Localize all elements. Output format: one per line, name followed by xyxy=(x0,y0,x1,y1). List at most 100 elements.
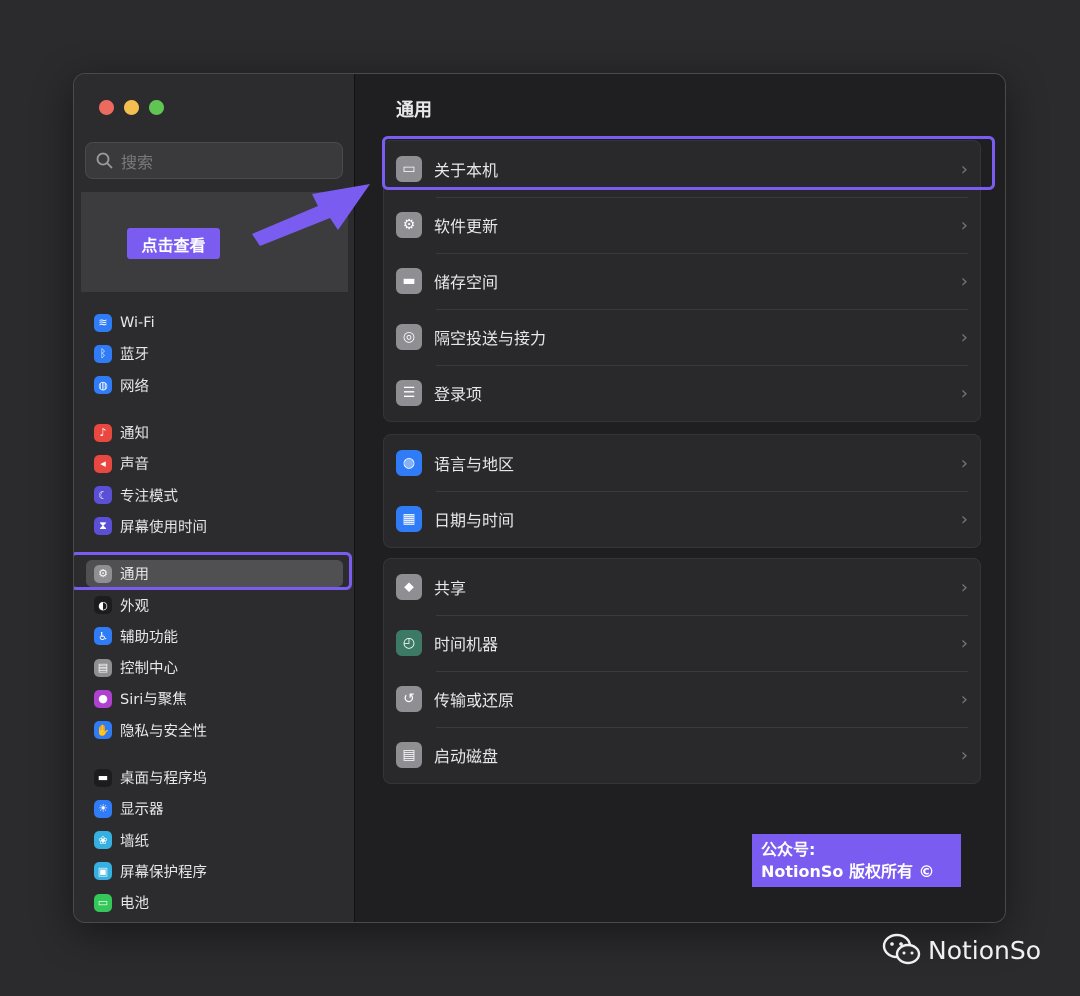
settings-row[interactable]: ▬ 储存空间 › xyxy=(384,253,980,309)
sidebar-item[interactable]: ◐ 外观 xyxy=(74,589,355,620)
minimize-button[interactable] xyxy=(124,100,139,115)
share-icon: ⬥ xyxy=(396,574,422,600)
watermark-box: 公众号: NotionSo 版权所有 © xyxy=(752,834,961,887)
sidebar-item-label: 电池 xyxy=(120,896,149,913)
sidebar-item[interactable]: ≋ Wi-Fi xyxy=(74,307,355,338)
control-center-icon: ▤ xyxy=(94,658,112,677)
settings-row[interactable]: ▦ 日期与时间 › xyxy=(384,491,980,547)
settings-row-label: 共享 xyxy=(434,579,467,598)
chevron-right-icon: › xyxy=(960,508,968,530)
sidebar-item-label: 屏幕使用时间 xyxy=(120,519,207,536)
siri-icon: ● xyxy=(94,689,112,708)
search-icon xyxy=(96,152,113,169)
sidebar-item[interactable]: ❀ 墙纸 xyxy=(74,824,355,855)
hand-icon: ✋ xyxy=(94,721,112,740)
list-icon: ☰ xyxy=(396,380,422,406)
sidebar-item[interactable]: ◂ 声音 xyxy=(74,448,355,479)
sidebar-item-label: 控制中心 xyxy=(120,661,178,678)
restore-icon: ↺ xyxy=(396,686,422,712)
sidebar-item[interactable]: ☀ 显示器 xyxy=(74,793,355,824)
moon-icon: ☾ xyxy=(94,486,112,505)
hourglass-icon: ⧗ xyxy=(94,517,112,536)
sidebar-item-label: 外观 xyxy=(120,598,149,615)
sidebar-item[interactable]: ▣ 屏幕保护程序 xyxy=(74,856,355,887)
settings-row-label: 启动磁盘 xyxy=(434,747,499,766)
sidebar-group: ♪ 通知 ◂ 声音 ☾ 专注模式 ⧗ 屏幕使用时间 xyxy=(74,417,355,542)
chevron-right-icon: › xyxy=(960,744,968,766)
sidebar-item-label: 通知 xyxy=(120,426,149,443)
sidebar-item-label: Siri与聚焦 xyxy=(120,692,187,709)
sidebar-item[interactable]: ☾ 专注模式 xyxy=(74,479,355,510)
settings-group: ⬥ 共享 › ◴ 时间机器 › ↺ 传输或还原 › ▤ 启动磁盘 › xyxy=(383,558,981,784)
battery-icon: ▭ xyxy=(94,893,112,912)
sidebar-group: ▬ 桌面与程序坞 ☀ 显示器 ❀ 墙纸 ▣ 屏幕保护程序 ▭ 电池 xyxy=(74,762,355,918)
settings-row-label: 隔空投送与接力 xyxy=(434,329,547,348)
settings-row-label: 软件更新 xyxy=(434,217,499,236)
speaker-icon: ◂ xyxy=(94,454,112,473)
bluetooth-icon: ᛒ xyxy=(94,344,112,363)
close-button[interactable] xyxy=(99,100,114,115)
screensaver-icon: ▣ xyxy=(94,862,112,881)
settings-row[interactable]: ◍ 语言与地区 › xyxy=(384,435,980,491)
gear-icon: ⚙ xyxy=(396,212,422,238)
sidebar-item-label: 网络 xyxy=(120,378,149,395)
settings-row[interactable]: ◎ 隔空投送与接力 › xyxy=(384,309,980,365)
sidebar-item[interactable]: ▤ 控制中心 xyxy=(74,652,355,683)
sidebar-nav: ≋ Wi-Fi ᛒ 蓝牙 ◍ 网络 ♪ 通知 ◂ 声音 ☾ 专注模式 ⧗ 屏幕使用时间 ⚙ 通用 ◐ 外观 ♿ 辅助功… xyxy=(74,307,355,922)
sidebar-item[interactable]: ▭ 电池 xyxy=(74,887,355,918)
chevron-right-icon: › xyxy=(960,270,968,292)
appearance-icon: ◐ xyxy=(94,596,112,615)
settings-row[interactable]: ▤ 启动磁盘 › xyxy=(384,727,980,783)
chevron-right-icon: › xyxy=(960,214,968,236)
main-pane: 通用 ▭ 关于本机 › ⚙ 软件更新 › ▬ 储存空间 › ◎ 隔空投送与接力 › ☰ 登录项 › ◍ 语言与地… xyxy=(356,74,1005,922)
settings-row-label: 时间机器 xyxy=(434,635,499,654)
page-title: 通用 xyxy=(396,100,432,121)
settings-row-label: 日期与时间 xyxy=(434,511,515,530)
disk-icon: ▤ xyxy=(396,742,422,768)
wechat-icon xyxy=(882,933,921,965)
bell-icon: ♪ xyxy=(94,423,112,442)
sidebar-item[interactable]: ● Siri与聚焦 xyxy=(74,683,355,714)
settings-row[interactable]: ⚙ 软件更新 › xyxy=(384,197,980,253)
sidebar-item-label: 屏幕保护程序 xyxy=(120,864,207,881)
zoom-button[interactable] xyxy=(149,100,164,115)
wallpaper-icon: ❀ xyxy=(94,831,112,850)
settings-row[interactable]: ☰ 登录项 › xyxy=(384,365,980,421)
sidebar-item[interactable]: ▬ 桌面与程序坞 xyxy=(74,762,355,793)
annotation-arrow-icon xyxy=(252,184,370,246)
sidebar-group: ≋ Wi-Fi ᛒ 蓝牙 ◍ 网络 xyxy=(74,307,355,401)
dock-icon: ▬ xyxy=(94,768,112,787)
highlight-box-about xyxy=(382,136,995,190)
globe-icon: ◍ xyxy=(94,376,112,395)
chevron-right-icon: › xyxy=(960,688,968,710)
sidebar-item-label: 专注模式 xyxy=(120,488,178,505)
globe-icon: ◍ xyxy=(396,450,422,476)
drive-icon: ▬ xyxy=(396,268,422,294)
sidebar-item-label: 隐私与安全性 xyxy=(120,723,207,740)
annotation-badge: 点击查看 xyxy=(127,228,220,259)
sidebar-item[interactable]: ⧗ 屏幕使用时间 xyxy=(74,511,355,542)
settings-row-label: 传输或还原 xyxy=(434,691,515,710)
settings-row-label: 登录项 xyxy=(434,385,483,404)
settings-group: ◍ 语言与地区 › ▦ 日期与时间 › xyxy=(383,434,981,548)
wifi-icon: ≋ xyxy=(94,313,112,332)
sidebar-item[interactable]: ♿ 辅助功能 xyxy=(74,621,355,652)
settings-row[interactable]: ↺ 传输或还原 › xyxy=(384,671,980,727)
settings-row-label: 储存空间 xyxy=(434,273,499,292)
sidebar-item-label: 显示器 xyxy=(120,802,164,819)
settings-row[interactable]: ⬥ 共享 › xyxy=(384,559,980,615)
sidebar-item[interactable]: ᛒ 蓝牙 xyxy=(74,338,355,369)
sun-icon: ☀ xyxy=(94,799,112,818)
settings-row[interactable]: ◴ 时间机器 › xyxy=(384,615,980,671)
sidebar-item[interactable]: ◍ 网络 xyxy=(74,370,355,401)
sidebar-item-label: 墙纸 xyxy=(120,833,149,850)
sidebar-item[interactable]: ♪ 通知 xyxy=(74,417,355,448)
sidebar-item-label: 辅助功能 xyxy=(120,629,178,646)
chevron-right-icon: › xyxy=(960,452,968,474)
search-field[interactable]: 搜索 xyxy=(85,142,343,179)
settings-row-label: 语言与地区 xyxy=(434,455,515,474)
brand-logo: NotionSo xyxy=(882,933,1041,967)
sidebar-item-label: 声音 xyxy=(120,457,149,474)
chevron-right-icon: › xyxy=(960,576,968,598)
sidebar-item[interactable]: ✋ 隐私与安全性 xyxy=(74,715,355,746)
